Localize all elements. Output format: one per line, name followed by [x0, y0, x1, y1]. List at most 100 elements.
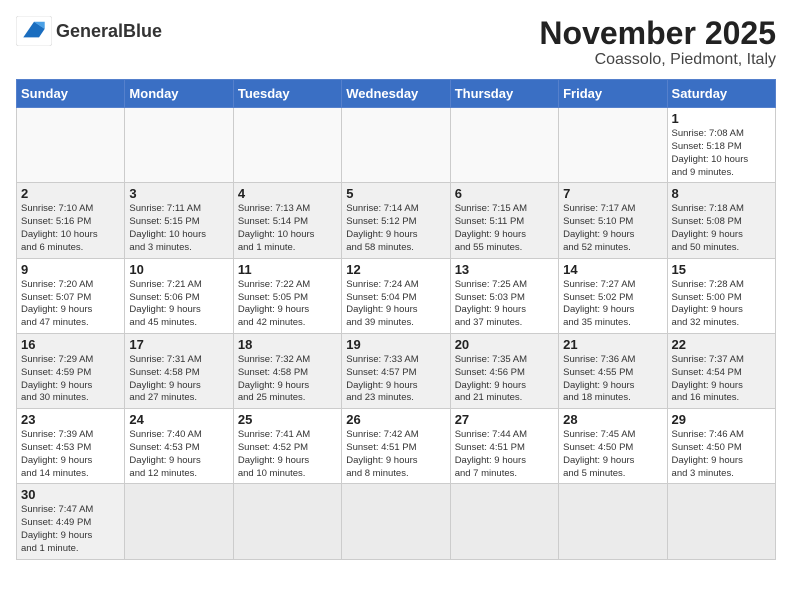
calendar-cell: 2 Sunrise: 7:10 AMSunset: 5:16 PMDaylight… — [17, 183, 125, 258]
calendar-cell: 8Sunrise: 7:18 AMSunset: 5:08 PMDaylight… — [667, 183, 775, 258]
calendar-cell: 26Sunrise: 7:42 AMSunset: 4:51 PMDayligh… — [342, 409, 450, 484]
calendar-cell: 14Sunrise: 7:27 AMSunset: 5:02 PMDayligh… — [559, 258, 667, 333]
day-number: 18 — [238, 337, 337, 352]
day-info: Sunrise: 7:46 AMSunset: 4:50 PMDaylight:… — [672, 429, 771, 480]
day-info: Sunrise: 7:35 AMSunset: 4:56 PMDaylight:… — [455, 354, 554, 405]
calendar-cell — [125, 484, 233, 559]
day-info: Sunrise: 7:10 AMSunset: 5:16 PMDaylight:… — [21, 203, 120, 254]
calendar-cell: 23Sunrise: 7:39 AMSunset: 4:53 PMDayligh… — [17, 409, 125, 484]
calendar-cell: 30 Sunrise: 7:47 AMSunset: 4:49 PMDayligh… — [17, 484, 125, 559]
location-title: Coassolo, Piedmont, Italy — [539, 51, 776, 69]
calendar-cell — [450, 484, 558, 559]
day-number: 24 — [129, 412, 228, 427]
page-header: GeneralBlue November 2025 Coassolo, Pied… — [16, 16, 776, 69]
weekday-header-monday: Monday — [125, 80, 233, 108]
weekday-header-friday: Friday — [559, 80, 667, 108]
logo-icon — [16, 16, 52, 46]
day-info: Sunrise: 7:33 AMSunset: 4:57 PMDaylight:… — [346, 354, 445, 405]
day-info: Sunrise: 7:39 AMSunset: 4:53 PMDaylight:… — [21, 429, 120, 480]
calendar-cell — [342, 108, 450, 183]
calendar-cell: 6 Sunrise: 7:15 AMSunset: 5:11 PMDaylight… — [450, 183, 558, 258]
calendar-cell: 4Sunrise: 7:13 AMSunset: 5:14 PMDaylight… — [233, 183, 341, 258]
calendar-week-row: 1 Sunrise: 7:08 AMSunset: 5:18 PMDaylight… — [17, 108, 776, 183]
calendar-cell: 5 Sunrise: 7:14 AMSunset: 5:12 PMDaylight… — [342, 183, 450, 258]
day-info: Sunrise: 7:25 AMSunset: 5:03 PMDaylight:… — [455, 279, 554, 330]
day-info: Sunrise: 7:20 AMSunset: 5:07 PMDaylight:… — [21, 279, 120, 330]
day-number: 5 — [346, 186, 445, 201]
weekday-header-sunday: Sunday — [17, 80, 125, 108]
calendar-cell — [559, 484, 667, 559]
day-number: 30 — [21, 487, 120, 502]
day-info: Sunrise: 7:40 AMSunset: 4:53 PMDaylight:… — [129, 429, 228, 480]
calendar-cell: 11Sunrise: 7:22 AMSunset: 5:05 PMDayligh… — [233, 258, 341, 333]
calendar-cell: 25 Sunrise: 7:41 AMSunset: 4:52 PMDayligh… — [233, 409, 341, 484]
calendar-cell: 24 Sunrise: 7:40 AMSunset: 4:53 PMDayligh… — [125, 409, 233, 484]
day-number: 7 — [563, 186, 662, 201]
day-info: Sunrise: 7:14 AMSunset: 5:12 PMDaylight:… — [346, 203, 445, 254]
calendar-cell — [559, 108, 667, 183]
day-number: 29 — [672, 412, 771, 427]
logo-text: GeneralBlue — [56, 21, 162, 42]
day-info: Sunrise: 7:18 AMSunset: 5:08 PMDaylight:… — [672, 203, 771, 254]
day-info: Sunrise: 7:11 AMSunset: 5:15 PMDaylight:… — [129, 203, 228, 254]
weekday-header-thursday: Thursday — [450, 80, 558, 108]
calendar-cell: 28 Sunrise: 7:45 AMSunset: 4:50 PMDayligh… — [559, 409, 667, 484]
day-info: Sunrise: 7:37 AMSunset: 4:54 PMDaylight:… — [672, 354, 771, 405]
calendar-cell — [233, 108, 341, 183]
day-number: 1 — [672, 111, 771, 126]
day-info: Sunrise: 7:27 AMSunset: 5:02 PMDaylight:… — [563, 279, 662, 330]
day-info: Sunrise: 7:41 AMSunset: 4:52 PMDaylight:… — [238, 429, 337, 480]
day-number: 11 — [238, 262, 337, 277]
day-info: Sunrise: 7:47 AMSunset: 4:49 PMDaylight:… — [21, 504, 120, 555]
day-number: 25 — [238, 412, 337, 427]
day-number: 15 — [672, 262, 771, 277]
day-info: Sunrise: 7:15 AMSunset: 5:11 PMDaylight:… — [455, 203, 554, 254]
day-number: 21 — [563, 337, 662, 352]
calendar-cell: 7 Sunrise: 7:17 AMSunset: 5:10 PMDaylight… — [559, 183, 667, 258]
day-info: Sunrise: 7:17 AMSunset: 5:10 PMDaylight:… — [563, 203, 662, 254]
day-info: Sunrise: 7:28 AMSunset: 5:00 PMDaylight:… — [672, 279, 771, 330]
day-number: 27 — [455, 412, 554, 427]
day-info: Sunrise: 7:08 AMSunset: 5:18 PMDaylight:… — [672, 128, 771, 179]
day-info: Sunrise: 7:42 AMSunset: 4:51 PMDaylight:… — [346, 429, 445, 480]
calendar-cell: 13Sunrise: 7:25 AMSunset: 5:03 PMDayligh… — [450, 258, 558, 333]
calendar-cell — [667, 484, 775, 559]
calendar-cell: 20 Sunrise: 7:35 AMSunset: 4:56 PMDayligh… — [450, 333, 558, 408]
calendar-cell — [342, 484, 450, 559]
calendar-cell: 27Sunrise: 7:44 AMSunset: 4:51 PMDayligh… — [450, 409, 558, 484]
day-number: 10 — [129, 262, 228, 277]
day-number: 6 — [455, 186, 554, 201]
day-number: 12 — [346, 262, 445, 277]
calendar-cell: 21 Sunrise: 7:36 AMSunset: 4:55 PMDayligh… — [559, 333, 667, 408]
calendar-cell — [17, 108, 125, 183]
day-number: 2 — [21, 186, 120, 201]
calendar-cell: 17Sunrise: 7:31 AMSunset: 4:58 PMDayligh… — [125, 333, 233, 408]
calendar-cell: 19 Sunrise: 7:33 AMSunset: 4:57 PMDayligh… — [342, 333, 450, 408]
day-number: 9 — [21, 262, 120, 277]
day-number: 3 — [129, 186, 228, 201]
calendar-cell — [125, 108, 233, 183]
calendar-cell: 29 Sunrise: 7:46 AMSunset: 4:50 PMDayligh… — [667, 409, 775, 484]
calendar-cell: 9 Sunrise: 7:20 AMSunset: 5:07 PMDaylight… — [17, 258, 125, 333]
title-section: November 2025 Coassolo, Piedmont, Italy — [539, 16, 776, 69]
day-info: Sunrise: 7:24 AMSunset: 5:04 PMDaylight:… — [346, 279, 445, 330]
day-number: 19 — [346, 337, 445, 352]
calendar-week-row: 23Sunrise: 7:39 AMSunset: 4:53 PMDayligh… — [17, 409, 776, 484]
calendar-cell: 10Sunrise: 7:21 AMSunset: 5:06 PMDayligh… — [125, 258, 233, 333]
day-number: 20 — [455, 337, 554, 352]
day-number: 28 — [563, 412, 662, 427]
day-info: Sunrise: 7:36 AMSunset: 4:55 PMDaylight:… — [563, 354, 662, 405]
day-info: Sunrise: 7:13 AMSunset: 5:14 PMDaylight:… — [238, 203, 337, 254]
day-info: Sunrise: 7:31 AMSunset: 4:58 PMDaylight:… — [129, 354, 228, 405]
weekday-header-wednesday: Wednesday — [342, 80, 450, 108]
calendar-cell: 18Sunrise: 7:32 AMSunset: 4:58 PMDayligh… — [233, 333, 341, 408]
calendar-cell: 16 Sunrise: 7:29 AMSunset: 4:59 PMDayligh… — [17, 333, 125, 408]
logo: GeneralBlue — [16, 16, 162, 46]
calendar-table: SundayMondayTuesdayWednesdayThursdayFrid… — [16, 79, 776, 560]
calendar-cell: 1 Sunrise: 7:08 AMSunset: 5:18 PMDaylight… — [667, 108, 775, 183]
day-info: Sunrise: 7:45 AMSunset: 4:50 PMDaylight:… — [563, 429, 662, 480]
day-number: 16 — [21, 337, 120, 352]
calendar-cell: 22 Sunrise: 7:37 AMSunset: 4:54 PMDayligh… — [667, 333, 775, 408]
day-number: 22 — [672, 337, 771, 352]
day-info: Sunrise: 7:29 AMSunset: 4:59 PMDaylight:… — [21, 354, 120, 405]
